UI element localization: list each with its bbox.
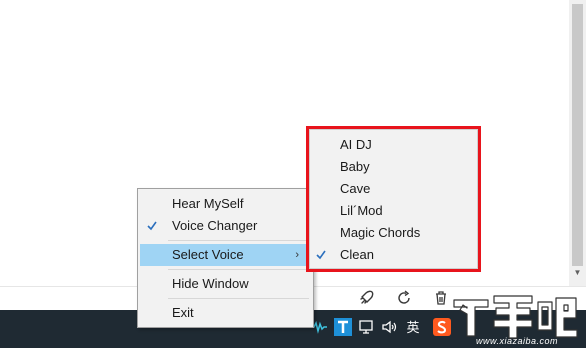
refresh-icon[interactable] bbox=[395, 289, 413, 307]
menu-item-select-voice[interactable]: Select Voice › bbox=[140, 244, 311, 266]
volume-icon[interactable] bbox=[381, 318, 399, 336]
network-icon[interactable] bbox=[358, 318, 376, 336]
context-menu: Hear MySelf Voice Changer Select Voice ›… bbox=[137, 188, 314, 328]
menu-item-label: Exit bbox=[172, 305, 194, 320]
menu-item-label: Voice Changer bbox=[172, 218, 258, 233]
menu-separator bbox=[168, 240, 309, 241]
t-app-icon[interactable] bbox=[334, 318, 352, 336]
checkmark-icon bbox=[147, 221, 157, 231]
highlight-outline bbox=[306, 126, 481, 272]
scrollbar-thumb[interactable] bbox=[572, 4, 583, 266]
menu-item-label: Select Voice bbox=[172, 247, 244, 262]
menu-item-label: Hide Window bbox=[172, 276, 249, 291]
rocket-icon[interactable] bbox=[358, 289, 376, 307]
menu-item-voice-changer[interactable]: Voice Changer bbox=[140, 215, 311, 237]
menu-separator bbox=[168, 269, 309, 270]
menu-item-hide-window[interactable]: Hide Window bbox=[140, 273, 311, 295]
trash-icon[interactable] bbox=[432, 289, 450, 307]
menu-separator bbox=[168, 298, 309, 299]
menu-item-exit[interactable]: Exit bbox=[140, 302, 311, 324]
watermark-url: www.xiazaiba.com bbox=[476, 336, 559, 346]
scroll-down-arrow-icon[interactable]: ▼ bbox=[572, 268, 583, 278]
submenu-arrow-icon: › bbox=[295, 249, 299, 261]
ime-language-indicator[interactable]: 英 bbox=[404, 318, 422, 338]
menu-item-label: Hear MySelf bbox=[172, 196, 244, 211]
menu-item-hear-myself[interactable]: Hear MySelf bbox=[140, 193, 311, 215]
sogou-icon[interactable] bbox=[433, 318, 451, 336]
